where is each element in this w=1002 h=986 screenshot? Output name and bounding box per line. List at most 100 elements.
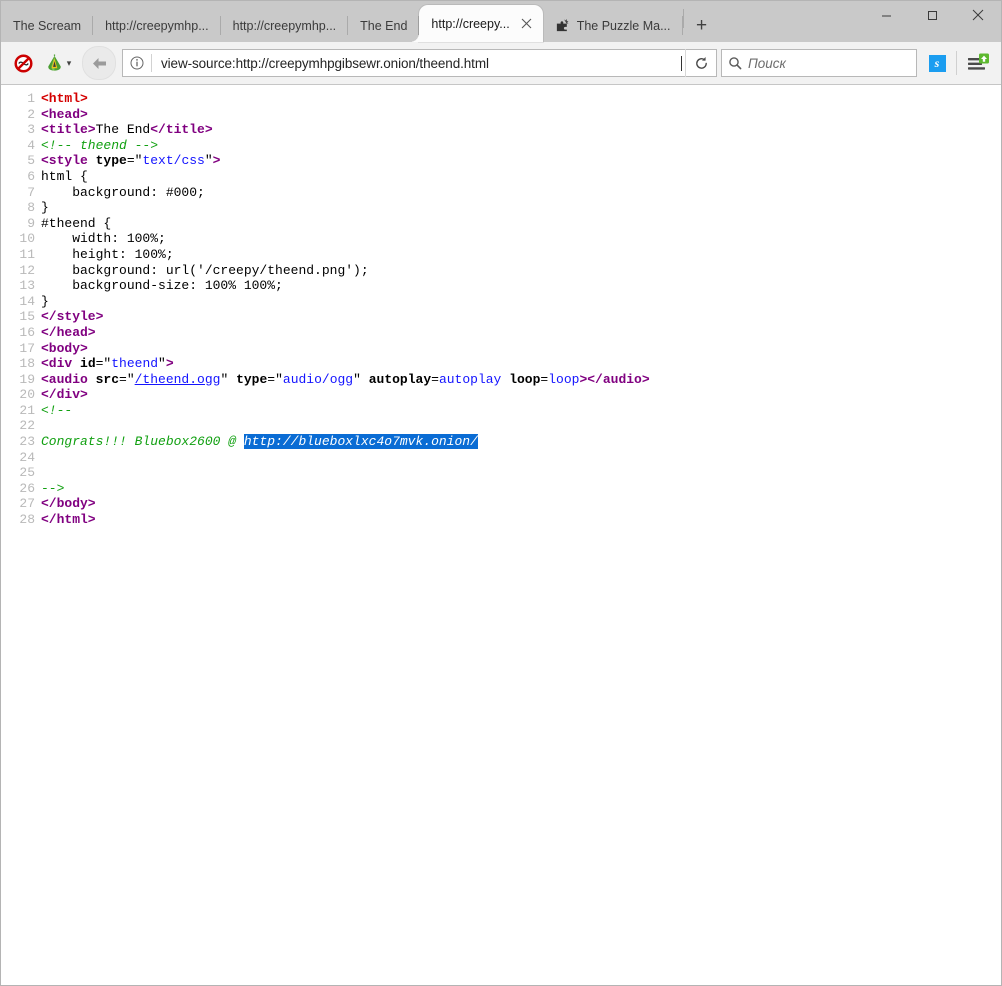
hamburger-menu-button[interactable]: [962, 48, 994, 78]
code-token: <audio: [41, 372, 96, 387]
source-line: 1<html>: [1, 91, 1001, 107]
code-token: >: [166, 356, 174, 371]
tab-separator: [683, 9, 684, 28]
line-number: 22: [1, 418, 41, 434]
line-number: 15: [1, 309, 41, 325]
tab-title: The Scream: [13, 19, 81, 33]
url-bar[interactable]: view-source:http://creepymhpgibsewr.onio…: [122, 49, 717, 77]
code-token: </div>: [41, 387, 88, 402]
source-line: 4<!-- theend -->: [1, 138, 1001, 154]
tab-close-icon[interactable]: [518, 15, 535, 32]
code-token: >: [213, 153, 221, 168]
skype-letter: s: [929, 55, 946, 72]
source-line: 7 background: #000;: [1, 185, 1001, 201]
line-number: 18: [1, 356, 41, 372]
tor-onion-icon[interactable]: ▾: [38, 48, 78, 78]
code-token: <!-- theend -->: [41, 138, 158, 153]
browser-tab[interactable]: The Puzzle Ma...: [543, 9, 683, 42]
line-code: #theend {: [41, 216, 1001, 232]
code-token: <head>: [41, 107, 88, 122]
code-token: src: [96, 372, 119, 387]
view-source-content[interactable]: 1<html>2<head>3<title>The End</title>4<!…: [1, 85, 1001, 985]
source-line: 20</div>: [1, 387, 1001, 403]
url-text-caret: [681, 56, 682, 71]
code-token: =: [431, 372, 439, 387]
browser-tab[interactable]: http://creepymhp...: [221, 9, 349, 42]
code-token: =": [267, 372, 283, 387]
line-code: <audio src="/theend.ogg" type="audio/ogg…: [41, 372, 1001, 388]
navigation-toolbar: ▾ view-source:http://creepymhpgibsewr.on…: [1, 42, 1001, 85]
line-code: </head>: [41, 325, 1001, 341]
onion-dropdown-arrow[interactable]: ▾: [67, 58, 72, 69]
line-code: <div id="theend">: [41, 356, 1001, 372]
line-code: <!-- theend -->: [41, 138, 1001, 154]
tab-list: The Screamhttp://creepymhp...http://cree…: [1, 1, 683, 42]
code-token: html {: [41, 169, 88, 184]
source-line: 11 height: 100%;: [1, 247, 1001, 263]
code-token: =": [127, 153, 143, 168]
browser-tab-active[interactable]: http://creepy...: [419, 5, 542, 42]
source-line: 9#theend {: [1, 216, 1001, 232]
line-number: 7: [1, 185, 41, 201]
line-code: <title>The End</title>: [41, 122, 1001, 138]
search-bar[interactable]: Поиск: [721, 49, 917, 77]
code-token: <div: [41, 356, 80, 371]
line-code: Congrats!!! Bluebox2600 @ http://bluebox…: [41, 434, 1001, 450]
code-token: width: 100%;: [41, 231, 166, 246]
browser-tab[interactable]: The End: [348, 9, 419, 42]
line-number: 25: [1, 465, 41, 481]
reload-button[interactable]: [685, 49, 716, 77]
code-token: <title>: [41, 122, 96, 137]
source-line: 10 width: 100%;: [1, 231, 1001, 247]
toolbar-separator: [956, 51, 957, 75]
code-token: }: [41, 294, 49, 309]
site-info-icon[interactable]: [123, 56, 151, 70]
source-link[interactable]: /theend.ogg: [135, 372, 221, 387]
line-code: </html>: [41, 512, 1001, 528]
line-code: </body>: [41, 496, 1001, 512]
line-code: <style type="text/css">: [41, 153, 1001, 169]
noscript-icon[interactable]: [8, 48, 38, 78]
code-token: theend: [111, 356, 158, 371]
url-input[interactable]: view-source:http://creepymhpgibsewr.onio…: [152, 56, 681, 71]
line-code: <html>: [41, 91, 1001, 107]
source-line: 14}: [1, 294, 1001, 310]
line-code: background: #000;: [41, 185, 1001, 201]
back-button[interactable]: [82, 46, 116, 80]
source-line: 8}: [1, 200, 1001, 216]
code-token: background-size: 100% 100%;: [41, 278, 283, 293]
code-token: =": [96, 356, 112, 371]
code-token: type: [236, 372, 267, 387]
source-line: 5<style type="text/css">: [1, 153, 1001, 169]
code-token: }: [41, 200, 49, 215]
code-token: The End: [96, 122, 151, 137]
source-line: 28</html>: [1, 512, 1001, 528]
skype-icon[interactable]: s: [923, 48, 951, 78]
line-number: 23: [1, 434, 41, 450]
source-line: 27</body>: [1, 496, 1001, 512]
close-window-button[interactable]: [955, 1, 1001, 29]
browser-tab[interactable]: The Scream: [1, 9, 93, 42]
source-line: 22: [1, 418, 1001, 434]
line-code: <body>: [41, 341, 1001, 357]
code-token: </body>: [41, 496, 96, 511]
source-line: 12 background: url('/creepy/theend.png')…: [1, 263, 1001, 279]
browser-tab[interactable]: http://creepymhp...: [93, 9, 221, 42]
line-code: -->: [41, 481, 1001, 497]
code-token: </head>: [41, 325, 96, 340]
code-token: <html>: [41, 91, 88, 106]
line-number: 6: [1, 169, 41, 185]
minimize-button[interactable]: [863, 1, 909, 29]
code-token: ": [353, 372, 369, 387]
code-token: height: 100%;: [41, 247, 174, 262]
window-controls: [863, 1, 1001, 29]
selected-text[interactable]: http://blueboxlxc4o7mvk.onion/: [244, 434, 478, 449]
maximize-button[interactable]: [909, 1, 955, 29]
code-token: loop: [509, 372, 540, 387]
source-line: 26-->: [1, 481, 1001, 497]
source-line: 16</head>: [1, 325, 1001, 341]
code-token: autoplay: [369, 372, 431, 387]
code-token: Congrats!!! Bluebox2600 @: [41, 434, 244, 449]
search-input[interactable]: Поиск: [748, 56, 786, 71]
new-tab-button[interactable]: +: [687, 9, 717, 42]
